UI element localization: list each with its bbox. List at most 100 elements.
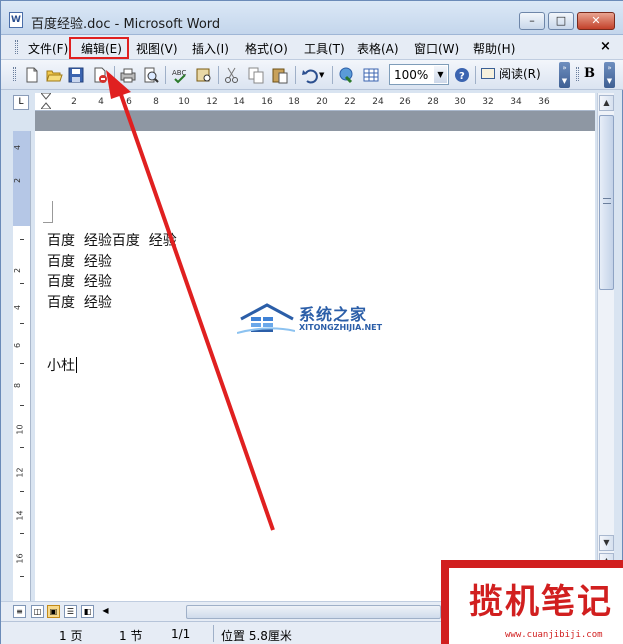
menu-tools[interactable]: 工具(T): [304, 40, 345, 57]
toolbar-grip-icon[interactable]: [576, 67, 579, 81]
menu-grip-icon[interactable]: [15, 40, 18, 54]
status-section: 1 节: [119, 629, 143, 643]
standard-toolbar: ABC ▼ 100% ▼ ? 阅读(R) » ▼ B » ▼: [1, 60, 623, 90]
save-icon[interactable]: [67, 66, 85, 84]
ruler-dash: [20, 576, 24, 577]
menu-insert[interactable]: 插入(I): [192, 40, 229, 57]
maximize-button[interactable]: □: [548, 12, 574, 30]
close-button[interactable]: ✕: [577, 12, 615, 30]
web-layout-icon[interactable]: ◫: [31, 605, 44, 618]
undo-icon[interactable]: [301, 66, 319, 84]
chevron-down-icon[interactable]: ▼: [434, 66, 447, 83]
ruler-tick: 4: [98, 97, 104, 107]
bold-button[interactable]: B: [584, 66, 595, 81]
document-line-cursor[interactable]: 小杜: [47, 355, 77, 375]
cut-icon[interactable]: [223, 66, 241, 84]
title-bar: W 百度经验.doc - Microsoft Word – □ ✕: [1, 1, 623, 35]
watermark-title: 系统之家: [299, 305, 368, 324]
ruler-dash: [20, 363, 24, 364]
zoom-value: 100%: [394, 68, 429, 82]
ruler-tick: 10: [15, 424, 25, 435]
status-page: 1 页: [59, 629, 83, 643]
ruler-margin-band: [35, 111, 595, 131]
ruler-tick: 8: [13, 382, 23, 389]
ruler-tick: 24: [372, 97, 384, 107]
brand-name: 揽机笔记: [469, 582, 613, 622]
undo-dropdown-icon[interactable]: ▼: [319, 66, 327, 84]
ruler-tick: 14: [15, 510, 25, 521]
menu-format[interactable]: 格式(O): [245, 40, 288, 57]
scroll-down-button[interactable]: ▼: [599, 535, 614, 551]
scroll-up-button[interactable]: ▲: [599, 95, 614, 111]
toolbar-overflow-icon[interactable]: » ▼: [559, 62, 570, 88]
scroll-thumb[interactable]: [599, 115, 614, 290]
brand-logo: 揽机笔记 www.cuanjibiji.com: [441, 560, 623, 644]
ruler-dash: [20, 533, 24, 534]
ruler-tick: 16: [15, 553, 25, 564]
document-line[interactable]: 百度 经验百度 经验: [47, 230, 177, 250]
help-icon[interactable]: ?: [453, 66, 471, 84]
toolbar-grip-icon[interactable]: [13, 67, 16, 81]
document-page[interactable]: 百度 经验百度 经验 百度 经验 百度 经验 百度 经验 小杜: [35, 131, 595, 601]
menu-help[interactable]: 帮助(H): [473, 40, 515, 57]
menu-view[interactable]: 视图(V): [136, 40, 178, 57]
zoom-select[interactable]: 100% ▼: [389, 64, 449, 85]
reading-layout-icon[interactable]: ◧: [81, 605, 94, 618]
menu-window[interactable]: 窗口(W): [414, 40, 459, 57]
ruler-dash: [20, 405, 24, 406]
ruler-tick: 22: [344, 97, 356, 107]
ruler-tick: 2: [71, 97, 77, 107]
ruler-dash: [20, 447, 24, 448]
minimize-button[interactable]: –: [519, 12, 545, 30]
word-doc-icon: W: [9, 12, 23, 28]
print-icon[interactable]: [119, 66, 137, 84]
horizontal-ruler[interactable]: 2 4 6 8 10 12 14 16 18 20 22 24 26 28 30…: [35, 93, 595, 111]
paste-icon[interactable]: [271, 66, 289, 84]
document-line[interactable]: 百度 经验: [47, 292, 112, 312]
read-button[interactable]: 阅读(R): [481, 65, 541, 85]
print-layout-icon[interactable]: ▣: [47, 605, 60, 618]
spelling-icon[interactable]: ABC: [171, 66, 189, 84]
ruler-tick: 10: [178, 97, 190, 107]
table-icon[interactable]: [362, 66, 380, 84]
menu-edit-highlight: [69, 37, 129, 59]
toolbar-separator: [165, 66, 166, 84]
vertical-ruler[interactable]: 4 2 2 4 6 8 10 12 14 16: [13, 131, 31, 601]
document-line[interactable]: 百度 经验: [47, 251, 112, 271]
toolbar-separator: [332, 66, 333, 84]
research-icon[interactable]: [195, 66, 213, 84]
document-line[interactable]: 百度 经验: [47, 271, 112, 291]
ruler-tick: 34: [510, 97, 522, 107]
ruler-tick: 8: [153, 97, 159, 107]
vertical-scrollbar[interactable]: ▲ ▼ ▲ ●: [597, 93, 614, 613]
indent-marker-icon[interactable]: [41, 93, 51, 109]
ruler-tick: 14: [233, 97, 245, 107]
permission-icon[interactable]: [91, 66, 109, 84]
hyperlink-icon[interactable]: [338, 66, 356, 84]
print-preview-icon[interactable]: [142, 66, 160, 84]
ruler-tick: 16: [261, 97, 273, 107]
menu-bar: 文件(F) 编辑(E) 视图(V) 插入(I) 格式(O) 工具(T) 表格(A…: [1, 35, 623, 60]
document-close-button[interactable]: ×: [600, 39, 611, 54]
status-page-of: 1/1: [171, 627, 191, 641]
outline-view-icon[interactable]: ☰: [64, 605, 77, 618]
document-line: 小杜: [47, 358, 75, 374]
ruler-dash: [20, 323, 24, 324]
menu-table[interactable]: 表格(A): [357, 40, 399, 57]
svg-text:?: ?: [459, 71, 465, 82]
normal-view-icon[interactable]: ≡: [13, 605, 26, 618]
open-icon[interactable]: [45, 66, 63, 84]
ruler-tick: 4: [13, 144, 23, 151]
watermark-subtitle: XITONGZHIJIA.NET: [299, 323, 383, 332]
ruler-tick: 6: [13, 342, 23, 349]
new-icon[interactable]: [23, 66, 41, 84]
menu-file[interactable]: 文件(F): [28, 40, 68, 57]
horizontal-scrollbar[interactable]: [186, 605, 441, 619]
format-toolbar-overflow-icon[interactable]: » ▼: [604, 62, 615, 88]
tab-selector-button[interactable]: L: [13, 95, 29, 110]
scroll-left-icon[interactable]: ◀: [99, 605, 112, 618]
word-window: W 百度经验.doc - Microsoft Word – □ ✕ 文件(F) …: [0, 0, 623, 644]
brand-url: www.cuanjibiji.com: [505, 630, 603, 640]
copy-icon[interactable]: [247, 66, 265, 84]
ruler-dash: [20, 491, 24, 492]
